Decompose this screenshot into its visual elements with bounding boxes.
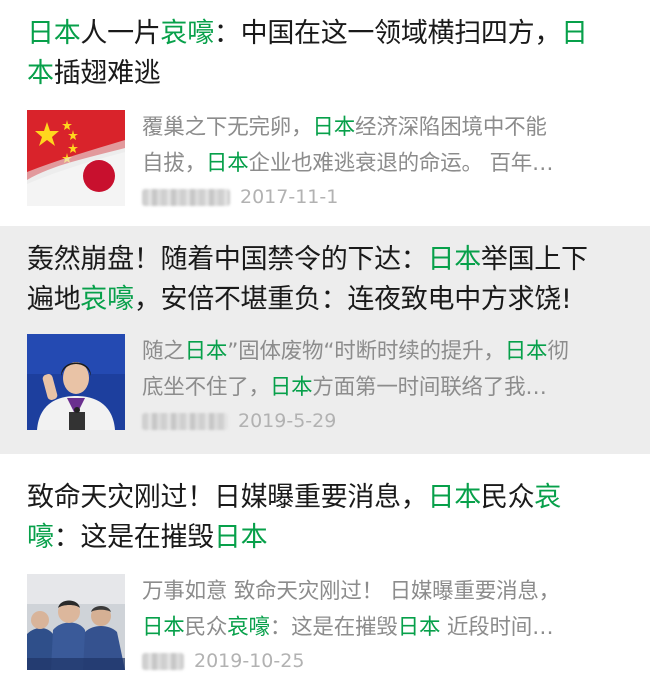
title-keyword: 日 (561, 18, 588, 49)
flags-graphic (27, 110, 125, 206)
article-meta: 2019-5-29 (142, 410, 626, 432)
source-name-blurred (142, 412, 228, 430)
title-text: 插翅难逃 (53, 58, 161, 89)
title-keyword: 日本 (427, 244, 482, 275)
article-title[interactable]: 轰然崩盘！随着中国禁令的下达：日本举国上下 (27, 240, 626, 280)
title-text: ：中国在这一领域横扫四方， (213, 18, 562, 49)
title-keyword: 本 (27, 58, 54, 89)
title-keyword: 日本 (27, 18, 81, 49)
source-name-blurred (142, 652, 184, 670)
title-keyword: 哀嚎 (80, 284, 134, 315)
title-keyword: 日本 (427, 482, 482, 513)
title-keyword: 哀嚎 (160, 18, 215, 49)
article-title[interactable]: 日本人一片哀嚎：中国在这一领域横扫四方，日 (27, 14, 626, 54)
article-date: 2019-10-25 (194, 650, 305, 672)
officials-graphic (27, 574, 125, 670)
title-text: 致命天灾刚过！日媒曝重要消息， (27, 482, 428, 513)
article-date: 2019-5-29 (238, 410, 337, 432)
spokeswoman-graphic (27, 334, 125, 430)
officials-meeting-image[interactable] (27, 574, 125, 670)
article-snippet-line-2: 底坐不住了，日本方面第一时间联络了我… (142, 375, 547, 400)
article-title[interactable]: 致命天灾刚过！日媒曝重要消息，日本民众哀 (27, 478, 626, 518)
spokeswoman-podium-image[interactable] (27, 334, 125, 430)
article-snippet: 随之日本”固体废物“时断时续的提升，日本彻 (142, 339, 569, 364)
source-name-blurred (142, 188, 230, 206)
article-meta: 2017-11-1 (142, 186, 626, 208)
title-text: 举国上下 (480, 244, 588, 275)
title-text: ，安倍不堪重负：连夜致电中方求饶! (133, 284, 572, 315)
title-text: 民众 (480, 482, 535, 513)
article-card-1[interactable]: 日本人一片哀嚎：中国在这一领域横扫四方，日 本插翅难逃 覆巢之下无完卵，日本经济… (0, 0, 650, 221)
article-date: 2017-11-1 (240, 186, 339, 208)
article-title-line-2: 本插翅难逃 (27, 54, 626, 94)
article-card-2[interactable]: 轰然崩盘！随着中国禁令的下达：日本举国上下 遍地哀嚎，安倍不堪重负：连夜致电中方… (0, 226, 650, 454)
article-snippet-line-2: 日本民众哀嚎：这是在摧毁日本 近段时间… (142, 615, 554, 640)
title-keyword: 哀 (534, 482, 562, 513)
title-text: ：这是在摧毁 (53, 522, 215, 553)
article-snippet-line-2: 自拔，日本企业也难逃衰退的命运。 百年… (142, 151, 554, 176)
title-text: 人一片 (80, 18, 161, 49)
article-snippet: 万事如意 致命天灾刚过！ 日媒曝重要消息， (142, 579, 560, 604)
article-title-line-2: 遍地哀嚎，安倍不堪重负：连夜致电中方求饶! (27, 284, 572, 315)
title-text: 轰然崩盘！随着中国禁令的下达： (27, 244, 428, 275)
article-snippet: 覆巢之下无完卵，日本经济深陷困境中不能 (142, 115, 547, 140)
article-meta: 2019-10-25 (142, 650, 626, 672)
title-keyword: 日本 (213, 522, 268, 553)
article-title-line-2: 嚎：这是在摧毁日本 (27, 522, 268, 553)
title-line: 日本人一片哀嚎：中国在这一领域横扫四方，日 (27, 14, 626, 54)
article-card-3[interactable]: 致命天灾刚过！日媒曝重要消息，日本民众哀 嚎：这是在摧毁日本 万事如意 致命天灾… (0, 460, 650, 679)
china-japan-flags-image[interactable] (27, 110, 125, 206)
